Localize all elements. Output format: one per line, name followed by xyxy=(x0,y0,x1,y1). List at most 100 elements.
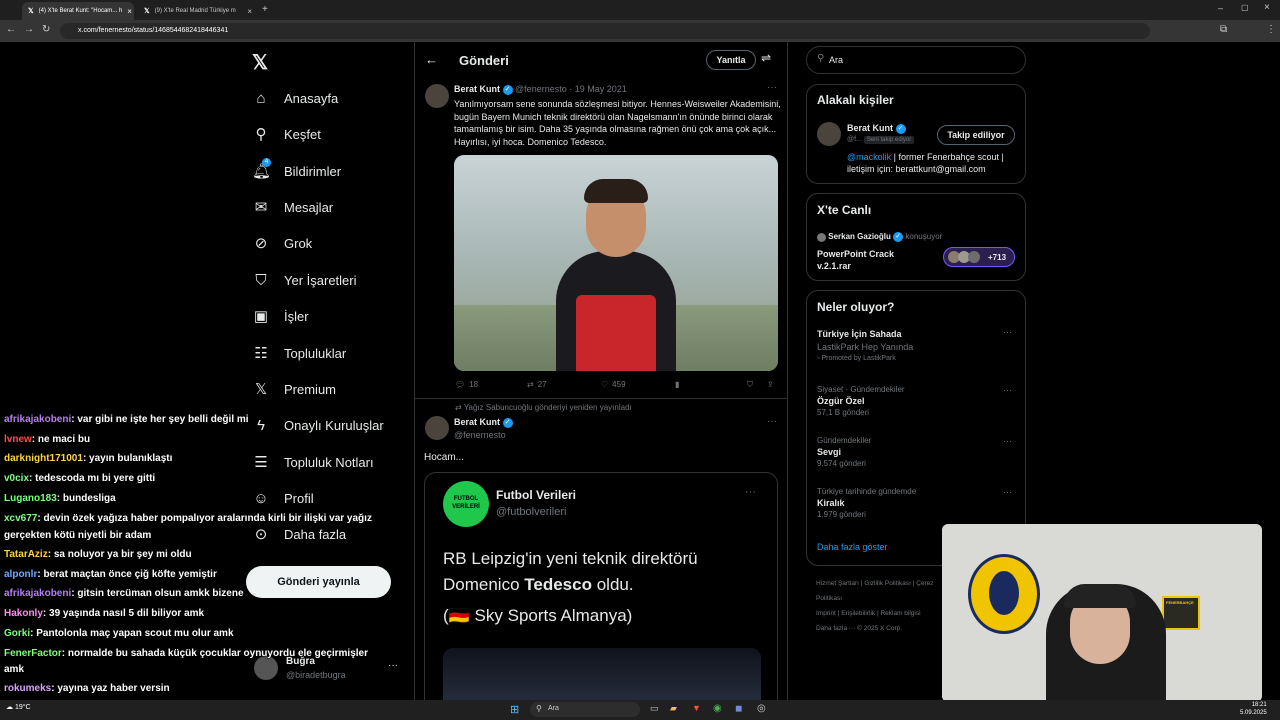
retweet-count: 27 xyxy=(537,380,547,389)
minimize-icon[interactable]: – xyxy=(1218,3,1223,13)
search-input[interactable]: ⚲ Ara xyxy=(806,46,1026,74)
trend-sub: 1.979 gönderi xyxy=(817,510,866,519)
weather-widget[interactable]: ☁ 19°C xyxy=(6,703,31,711)
following-button[interactable]: Takip ediliyor xyxy=(937,125,1015,145)
forward-icon[interactable]: → xyxy=(24,24,34,35)
coach-hair xyxy=(584,179,648,203)
quoted-tweet[interactable]: FUTBOL VERİLERİ Futbol Verileri @futbolv… xyxy=(424,472,778,702)
related-name[interactable]: Berat Kunt ✓ xyxy=(847,123,906,134)
space-listeners[interactable]: +713 xyxy=(943,247,1015,267)
more-dots-icon[interactable]: ··· xyxy=(1003,436,1012,446)
footer-link[interactable]: Imprint xyxy=(816,610,836,617)
show-more-link[interactable]: Daha fazla göster xyxy=(817,542,888,552)
nav-item-community-notes[interactable]: ☰ Topluluk Notları xyxy=(252,450,373,474)
chat-text: : Pantolonla maç yapan scout mu olur amk xyxy=(30,628,234,639)
nav-item-explore[interactable]: ⚲ Keşfet xyxy=(252,122,321,146)
like-count: 459 xyxy=(612,380,626,389)
x-logo-icon: 𝕏 xyxy=(254,381,268,398)
tweet-photo[interactable] xyxy=(454,155,778,371)
maximize-icon[interactable]: ▢ xyxy=(1241,3,1249,12)
browser-menu-icon[interactable]: ⋮ xyxy=(1266,24,1276,35)
nav-item-premium[interactable]: 𝕏 Premium xyxy=(252,377,336,401)
tab-real-madrid[interactable]: 𝕏 (9) X'te Real Madrid Türkiye m × xyxy=(138,2,258,20)
retweet-action[interactable]: ⇄ 27 xyxy=(527,380,547,389)
nav-item-more[interactable]: ⊙ Daha fazla xyxy=(252,522,346,546)
windows-start-icon[interactable]: ⊞ xyxy=(510,703,519,716)
nav-item-profile[interactable]: ☺ Profil xyxy=(252,486,313,510)
like-action[interactable]: ♡ 459 xyxy=(601,380,626,389)
more-dots-icon[interactable]: ··· xyxy=(1003,327,1012,337)
more-dots-icon[interactable]: ··· xyxy=(767,82,777,93)
nav-item-communities[interactable]: ☷ Topluluklar xyxy=(252,341,346,365)
trend-item[interactable]: Türkiye İçin Sahada LastikPark Hep Yanın… xyxy=(817,329,1017,362)
discord-icon[interactable]: ◼ xyxy=(735,703,742,714)
more-dots-icon[interactable]: ··· xyxy=(767,416,777,427)
trend-item[interactable]: Türkiye tarihinde gündemde Kiralık 1.979… xyxy=(817,487,997,519)
author-handle[interactable]: @fenernesto xyxy=(454,430,506,440)
chat-text: : 39 yaşında nasıl 5 dil biliyor amk xyxy=(42,608,205,619)
author-handle[interactable]: @fenernesto xyxy=(515,84,567,94)
back-arrow-icon[interactable]: ← xyxy=(425,52,438,67)
folder-icon[interactable]: ▰ xyxy=(670,703,677,714)
avatar[interactable] xyxy=(425,416,449,440)
headphones xyxy=(1064,584,1136,608)
reply-action[interactable]: 💬︎ 18 xyxy=(455,380,478,389)
clock[interactable]: 18:21 5.09.2025 xyxy=(1240,701,1267,717)
new-tab-icon[interactable]: + xyxy=(262,4,268,15)
trend-item[interactable]: Gündemdekiler Sevgi 9.574 gönderi xyxy=(817,436,997,468)
close-tab-icon[interactable]: × xyxy=(247,7,252,16)
more-dots-icon[interactable]: ··· xyxy=(1003,385,1012,395)
nav-item-bookmarks[interactable]: ⛉ Yer İşaretleri xyxy=(252,268,356,292)
chat-username: darknight171001 xyxy=(4,453,83,464)
footer-link[interactable]: Hizmet Şartları xyxy=(816,580,859,587)
trend-name: Özgür Özel xyxy=(817,396,865,406)
file-explorer-icon[interactable]: ▭ xyxy=(650,703,659,714)
reply-button[interactable]: Yanıtla xyxy=(706,50,756,70)
back-icon[interactable]: ← xyxy=(6,24,16,35)
views-icon[interactable]: ▮ xyxy=(675,380,679,389)
sliders-icon[interactable]: ⇌ xyxy=(761,51,771,65)
verified-badge-icon: ✓ xyxy=(502,84,513,95)
repost-text[interactable]: Yağız Sabuncuoğlu gönderiyi yeniden yayı… xyxy=(464,403,632,412)
avatar[interactable] xyxy=(425,84,449,108)
obs-icon[interactable]: ◎ xyxy=(757,703,766,714)
x-logo-icon[interactable]: 𝕏 xyxy=(252,50,268,75)
share-icon[interactable]: ⇪ xyxy=(767,380,774,389)
footer-link[interactable]: Gizlilik Politikası xyxy=(864,580,911,587)
trend-sub: 57,1 B gönderi xyxy=(817,408,870,417)
brave-icon[interactable]: ▼ xyxy=(692,703,701,713)
bio-link[interactable]: @mackolik xyxy=(847,152,891,162)
nav-item-jobs[interactable]: ▣ İşler xyxy=(252,304,309,328)
author-name[interactable]: Berat Kunt xyxy=(454,84,500,94)
url-field[interactable]: x.com/fenernesto/status/1468544682418446… xyxy=(60,23,1150,39)
avatar[interactable] xyxy=(817,122,841,146)
main-column: ← Gönderi Yanıtla ⇌ Berat Kunt ✓ @fenern… xyxy=(414,42,788,702)
trend-item[interactable]: Siyaset · Gündemdekiler Özgür Özel 57,1 … xyxy=(817,385,997,417)
tweet-date[interactable]: · 19 May 2021 xyxy=(569,84,627,94)
chat-message: darknight171001: yayın bulanıklaştı xyxy=(4,453,172,464)
reload-icon[interactable]: ↻ xyxy=(42,24,50,35)
live-host[interactable]: Serkan Gazioğlu ✓ konuşuyor xyxy=(817,232,942,242)
nav-item-grok[interactable]: ⊘ Grok xyxy=(252,231,312,255)
nav-item-verified-orgs[interactable]: ϟ Onaylı Kuruluşlar xyxy=(252,413,384,437)
banner-text: FENERBAHÇE xyxy=(1166,600,1194,605)
tab-berat-kunt[interactable]: 𝕏 (4) X'te Berat Kunt: "Hocam... h × xyxy=(22,2,134,20)
chrome-icon[interactable]: ◉ xyxy=(713,703,722,714)
close-window-icon[interactable]: × xyxy=(1264,2,1270,13)
nav-item-messages[interactable]: ✉ Mesajlar xyxy=(252,195,333,219)
chat-text: : normalde bu sahada küçük çocuklar oynu… xyxy=(61,648,369,659)
more-dots-icon[interactable]: ··· xyxy=(745,486,756,498)
more-dots-icon[interactable]: ··· xyxy=(1003,487,1012,497)
extensions-icon[interactable]: ⧉ xyxy=(1220,24,1227,35)
trend-name: Türkiye İçin Sahada xyxy=(817,329,902,339)
taskbar-search[interactable]: ⚲ Ara xyxy=(530,702,640,717)
post-button[interactable]: Gönderi yayınla xyxy=(246,566,391,598)
footer-link[interactable]: Reklam bilgisi xyxy=(880,610,920,617)
chat-username: xcv677 xyxy=(4,513,38,524)
close-tab-icon[interactable]: × xyxy=(127,7,132,16)
bookmark-icon[interactable]: ⛉ xyxy=(747,380,753,390)
author-name[interactable]: Berat Kunt xyxy=(454,417,500,427)
space-title[interactable]: PowerPoint Crack v.2.1.rar xyxy=(817,248,917,272)
nav-item-home[interactable]: ⌂ Anasayfa xyxy=(252,86,338,110)
footer-link[interactable]: Erişilebilirlik xyxy=(841,610,875,617)
